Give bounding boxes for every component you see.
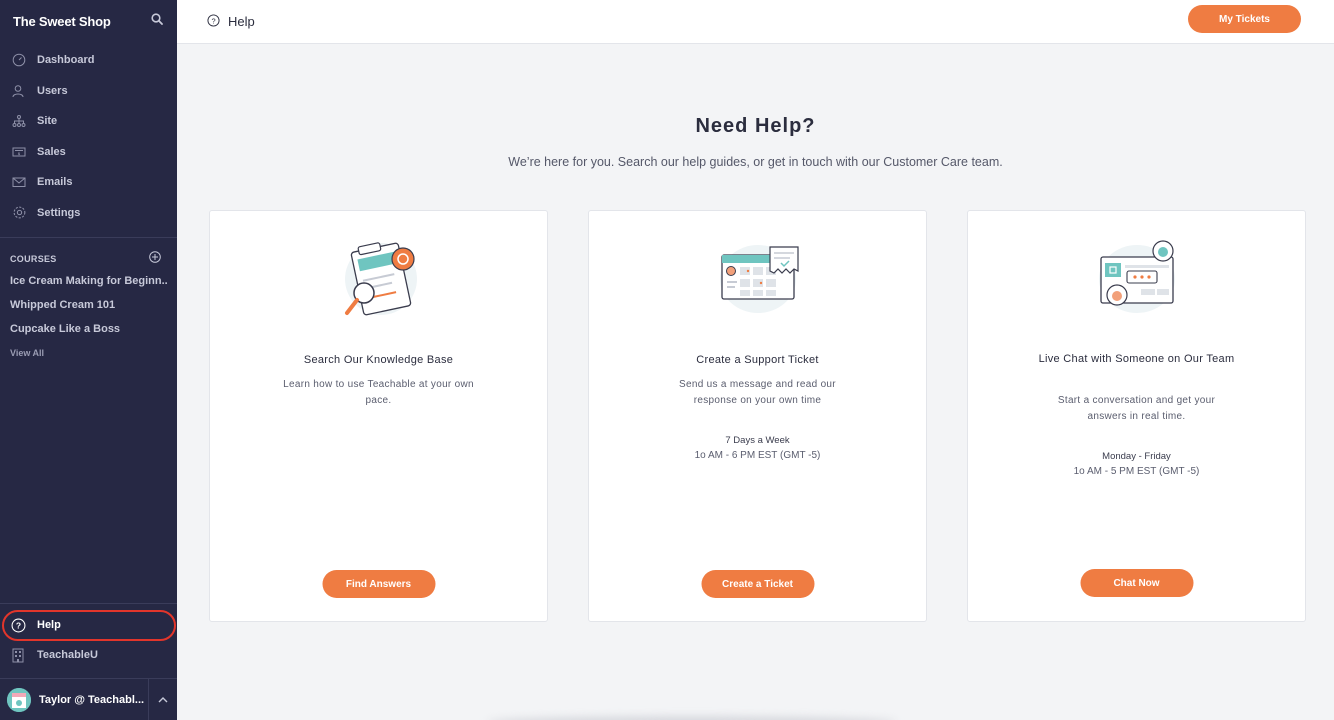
create-ticket-button[interactable]: Create a Ticket	[701, 570, 814, 598]
card-description: Start a conversation and get your answer…	[1057, 395, 1216, 422]
course-item[interactable]: Whipped Cream 101	[0, 293, 167, 317]
my-tickets-button[interactable]: My Tickets	[1188, 5, 1301, 33]
subheadline: We’re here for you. Search our help guid…	[508, 155, 1003, 169]
hours-time: 1o AM - 6 PM EST (GMT -5)	[694, 450, 821, 461]
nav-item-sales[interactable]: $ Sales	[0, 137, 177, 168]
chevron-up-icon[interactable]	[149, 696, 177, 703]
nav-item-emails[interactable]: Emails	[0, 167, 177, 198]
nav-item-site[interactable]: Site	[0, 106, 177, 137]
find-answers-button[interactable]: Find Answers	[322, 570, 435, 598]
course-item[interactable]: Cupcake Like a Boss	[0, 317, 167, 341]
nav-label: Settings	[37, 206, 81, 219]
nav-label: Dashboard	[37, 54, 95, 67]
teachableu-label: TeachableU	[37, 649, 98, 661]
card-title: Search Our Knowledge Base	[303, 354, 454, 366]
knowledge-base-illustration	[329, 233, 429, 323]
question-circle-icon: ?	[207, 13, 220, 30]
chat-hours: Monday - Friday 1o AM - 5 PM EST (GMT -5…	[998, 449, 1275, 479]
chat-now-button[interactable]: Chat Now	[1080, 569, 1193, 597]
card-support-ticket: Create a Support Ticket Send us a messag…	[588, 210, 927, 622]
search-icon[interactable]	[151, 12, 163, 30]
main-nav: Dashboard Users Site $ Sales Emails Sett…	[0, 42, 177, 228]
card-title: Live Chat with Someone on Our Team	[1038, 353, 1235, 365]
building-icon	[10, 647, 26, 663]
page-title-text: Help	[228, 14, 255, 29]
users-icon	[11, 83, 27, 99]
support-hours: 7 Days a Week 1o AM - 6 PM EST (GMT -5)	[619, 433, 896, 463]
sidebar-divider	[0, 603, 177, 604]
brand-bar: The Sweet Shop	[0, 0, 177, 42]
nav-label: Sales	[37, 145, 66, 158]
sidebar-bottom: ? Help TeachableU Taylor @ Teachabl...	[0, 603, 177, 720]
card-description: Send us a message and read our response …	[679, 379, 836, 406]
card-title: Create a Support Ticket	[696, 354, 819, 366]
school-name[interactable]: The Sweet Shop	[13, 14, 111, 29]
card-live-chat: Live Chat with Someone on Our Team Start…	[967, 210, 1306, 622]
envelope-icon	[11, 174, 27, 190]
page-title: ? Help	[177, 13, 255, 30]
nav-label: Site	[37, 115, 58, 128]
live-chat-illustration	[1087, 233, 1187, 323]
sidebar-item-help[interactable]: ? Help	[0, 610, 177, 641]
avatar	[7, 687, 31, 712]
add-course-icon[interactable]	[149, 250, 161, 268]
view-all-courses-link[interactable]: View All	[0, 341, 177, 365]
nav-item-users[interactable]: Users	[0, 76, 177, 107]
user-profile[interactable]: Taylor @ Teachabl...	[0, 679, 149, 720]
course-list: Ice Cream Making for Beginn... Whipped C…	[0, 268, 177, 365]
courses-header: COURSES	[0, 238, 177, 268]
courses-title: COURSES	[10, 254, 57, 264]
nav-label: Emails	[37, 176, 73, 189]
hours-days: 7 Days a Week	[725, 435, 790, 446]
sidebar-item-teachableu[interactable]: TeachableU	[0, 640, 177, 670]
course-item[interactable]: Ice Cream Making for Beginn...	[0, 269, 167, 293]
sidebar: The Sweet Shop Dashboard Users Site $ Sa…	[0, 0, 177, 720]
user-name: Taylor @ Teachabl...	[39, 693, 145, 706]
headline: Need Help?	[695, 115, 816, 137]
nav-label: Users	[37, 84, 68, 97]
main-content: Need Help? We’re here for you. Search ou…	[177, 44, 1334, 720]
card-knowledge-base: Search Our Knowledge Base Learn how to u…	[209, 210, 548, 622]
hours-days: Monday - Friday	[1102, 451, 1171, 462]
nav-item-dashboard[interactable]: Dashboard	[0, 45, 177, 76]
svg-text:$: $	[18, 151, 21, 156]
floating-panel-shadow	[487, 716, 897, 720]
speedometer-icon	[11, 52, 27, 68]
top-bar: ? Help My Tickets	[177, 0, 1334, 44]
nav-item-settings[interactable]: Settings	[0, 198, 177, 229]
svg-text:?: ?	[211, 16, 215, 25]
support-ticket-illustration	[708, 233, 808, 323]
sitemap-icon	[11, 113, 27, 129]
card-description: Learn how to use Teachable at your own p…	[283, 379, 474, 406]
highlight-ring	[2, 610, 176, 641]
hours-time: 1o AM - 5 PM EST (GMT -5)	[1073, 466, 1200, 477]
gear-icon	[11, 205, 27, 221]
user-menu: Taylor @ Teachabl...	[0, 678, 177, 720]
money-icon: $	[11, 144, 27, 160]
